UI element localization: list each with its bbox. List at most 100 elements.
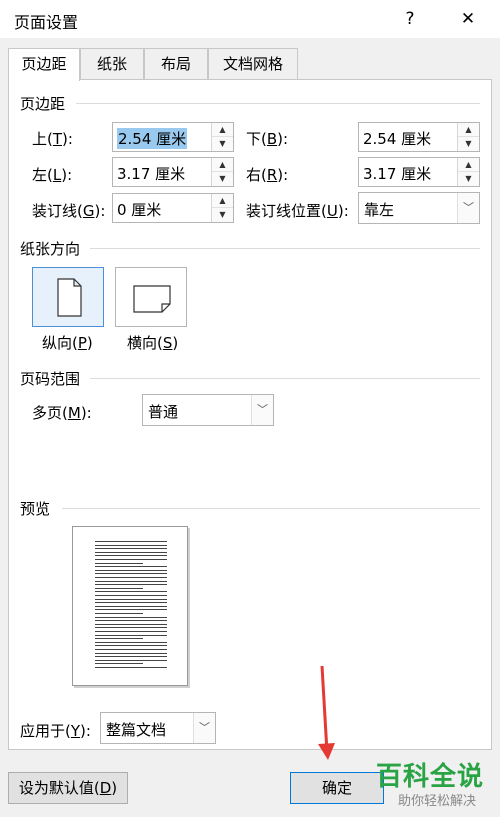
preview-text-line [95,620,167,622]
close-button[interactable]: ✕ [448,4,488,34]
right-margin-input[interactable]: 3.17 厘米 ▲ ▼ [358,157,480,187]
spin-down-icon[interactable]: ▼ [458,137,479,151]
preview-text-line [95,584,167,586]
preview-text-line [95,652,167,654]
preview-text-line [95,591,167,593]
spin-up-icon[interactable]: ▲ [212,123,233,137]
spin-down-icon[interactable]: ▼ [212,172,233,186]
preview-text-line [95,555,167,557]
preview-text-line [95,616,167,618]
preview-text-line [95,544,167,546]
preview-text-line [95,548,167,550]
preview-text-line [95,645,167,647]
multiple-pages-value: 普通 [148,403,179,421]
watermark-subtitle: 助你轻松解决 [397,794,476,809]
preview-text-line [95,559,167,560]
preview-text-line [95,667,167,668]
preview-divider [62,508,480,509]
ok-button[interactable]: 确定 [290,772,384,804]
spin-up-icon[interactable]: ▲ [458,123,479,137]
chevron-down-icon[interactable]: ﹀ [457,193,479,223]
pages-divider [90,378,480,379]
gutter-position-value: 靠左 [364,201,395,219]
left-margin-input[interactable]: 3.17 厘米 ▲ ▼ [112,157,234,187]
preview-text-line [95,541,167,542]
left-margin-value: 3.17 厘米 [117,165,186,183]
preview-text-line [95,663,143,665]
pages-group-title: 页码范围 [20,370,81,388]
preview-text-line [95,587,143,589]
tab-layout[interactable]: 布局 [144,48,208,80]
preview-text-line [95,602,167,604]
preview-group-title: 预览 [20,500,51,518]
preview-text-line [95,649,167,650]
preview-text-line [95,656,167,658]
help-button[interactable]: ? [390,4,430,34]
preview-text-line [95,595,167,596]
preview-text-line [95,562,143,564]
gutter-value: 0 厘米 [117,201,162,219]
preview-text-line [95,638,143,640]
help-icon: ? [405,9,415,29]
portrait-button[interactable] [32,267,104,327]
spin-up-icon[interactable]: ▲ [212,158,233,172]
right-margin-label: 右(R): [246,166,289,184]
set-default-button[interactable]: 设为默认值(D) [8,772,128,804]
preview-text-line [95,577,167,578]
gutter-position-label: 装订线位置(U): [246,202,349,220]
tab-paper[interactable]: 纸张 [80,48,144,80]
landscape-page-icon [133,285,171,313]
bottom-margin-value: 2.54 厘米 [363,130,432,148]
bottom-margin-label: 下(B): [246,130,289,148]
preview-text-line [95,605,167,607]
spin-down-icon[interactable]: ▼ [212,137,233,151]
page-preview [72,526,188,686]
margins-group-title: 页边距 [20,95,66,113]
preview-text-line [95,609,167,611]
bottom-margin-input[interactable]: 2.54 厘米 ▲ ▼ [358,122,480,152]
multiple-pages-select[interactable]: 普通 ﹀ [142,394,274,426]
preview-text-line [95,613,143,614]
top-margin-input[interactable]: 2.54 厘米 ▲ ▼ [112,122,234,152]
preview-text-line [95,659,167,661]
tab-document-grid[interactable]: 文档网格 [208,48,298,80]
apply-to-value: 整篇文档 [106,721,167,739]
spin-down-icon[interactable]: ▼ [212,208,233,222]
preview-text-line [95,551,167,553]
chevron-down-icon[interactable]: ﹀ [251,395,273,425]
gutter-position-select[interactable]: 靠左 ﹀ [358,192,480,224]
preview-text-line [95,641,167,643]
preview-text-line [95,634,167,636]
right-margin-value: 3.17 厘米 [363,165,432,183]
preview-text-line [95,573,167,575]
landscape-label: 横向(S) [127,334,179,352]
portrait-label: 纵向(P) [42,334,93,352]
margins-divider [76,103,480,104]
close-icon: ✕ [460,9,476,29]
spin-down-icon[interactable]: ▼ [458,172,479,186]
apply-to-select[interactable]: 整篇文档 ﹀ [100,712,216,744]
preview-text-line [95,580,167,582]
portrait-page-icon [57,278,82,317]
preview-text-line [95,569,167,571]
chevron-down-icon[interactable]: ﹀ [193,713,215,743]
spin-up-icon[interactable]: ▲ [458,158,479,172]
preview-text-line [95,566,167,568]
gutter-label: 装订线(G): [32,202,106,220]
orientation-divider [90,248,480,249]
top-margin-value: 2.54 厘米 [117,128,188,149]
orientation-group-title: 纸张方向 [20,240,81,258]
annotation-arrow-icon [318,665,335,760]
preview-text-line [95,623,167,625]
gutter-input[interactable]: 0 厘米 ▲ ▼ [112,193,234,223]
spin-up-icon[interactable]: ▲ [212,194,233,208]
dialog-title: 页面设置 [14,13,79,32]
preview-text-line [95,627,167,629]
top-margin-label: 上(T): [32,130,73,148]
landscape-button[interactable] [115,267,187,327]
apply-to-label: 应用于(Y): [20,722,91,740]
preview-text-line [95,598,167,600]
preview-text-line [95,631,167,632]
watermark-title: 百科全说 [375,762,484,792]
tab-margins[interactable]: 页边距 [8,48,80,81]
